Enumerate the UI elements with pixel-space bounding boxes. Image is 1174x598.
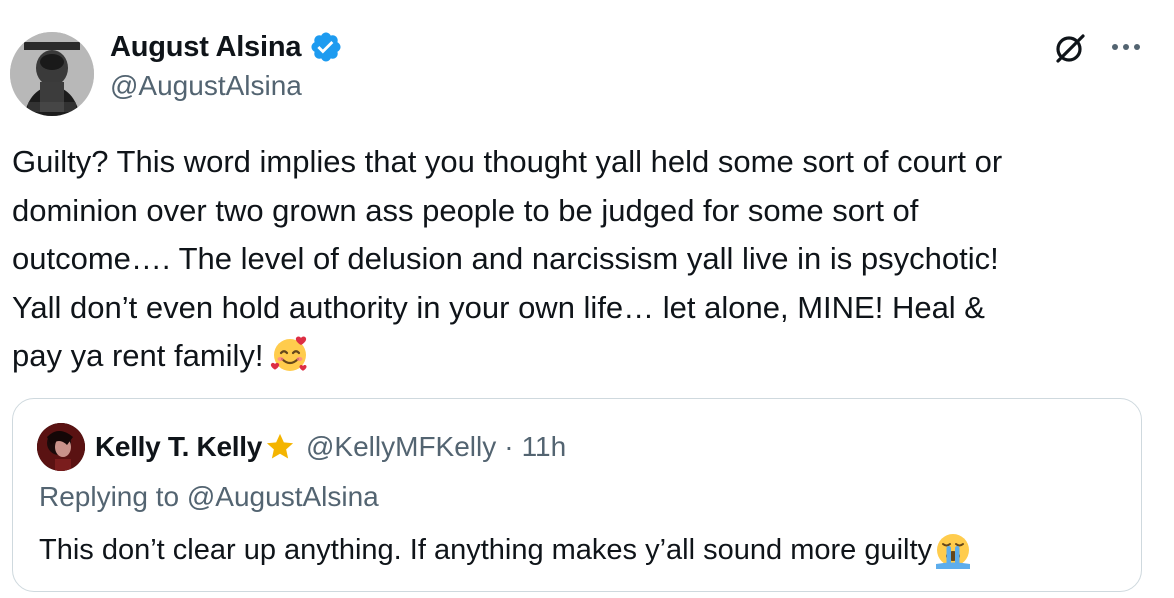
tweet-card: August Alsina @AugustAlsina Guilty? This… bbox=[0, 0, 1174, 598]
tweet-text: Guilty? This word implies that you thoug… bbox=[12, 138, 1142, 381]
star-badge-icon bbox=[264, 431, 296, 463]
replying-handle[interactable]: @AugustAlsina bbox=[187, 481, 379, 512]
replying-to: Replying to @AugustAlsina bbox=[39, 481, 379, 513]
quote-separator: · bbox=[504, 431, 514, 462]
quote-header: Kelly T. Kelly @KellyMFKelly · 11h bbox=[95, 427, 566, 467]
quote-text: This don’t clear up anything. If anythin… bbox=[39, 531, 972, 569]
verified-badge-icon[interactable] bbox=[309, 30, 343, 64]
quote-timestamp[interactable]: 11h bbox=[522, 431, 567, 463]
quote-avatar[interactable] bbox=[37, 423, 85, 471]
smiling-face-with-hearts-icon bbox=[270, 334, 310, 374]
quote-text-content: This don’t clear up anything. If anythin… bbox=[39, 533, 933, 566]
author-name-row: August Alsina bbox=[110, 28, 343, 66]
author-name[interactable]: August Alsina bbox=[110, 31, 301, 64]
quote-avatar-image bbox=[37, 423, 85, 471]
replying-prefix: Replying to bbox=[39, 481, 180, 512]
grok-icon[interactable] bbox=[1052, 30, 1088, 66]
more-options-icon[interactable] bbox=[1106, 32, 1146, 62]
author-handle[interactable]: @AugustAlsina bbox=[110, 70, 302, 102]
loudly-crying-face-icon bbox=[934, 531, 972, 569]
quote-author-name[interactable]: Kelly T. Kelly bbox=[95, 431, 262, 463]
author-avatar-image bbox=[10, 32, 94, 116]
quote-author-handle[interactable]: @KellyMFKelly bbox=[306, 431, 496, 463]
tweet-text-content: Guilty? This word implies that you thoug… bbox=[12, 144, 1003, 373]
quoted-tweet[interactable]: Kelly T. Kelly @KellyMFKelly · 11h Reply… bbox=[12, 398, 1142, 592]
author-avatar[interactable] bbox=[10, 32, 94, 116]
